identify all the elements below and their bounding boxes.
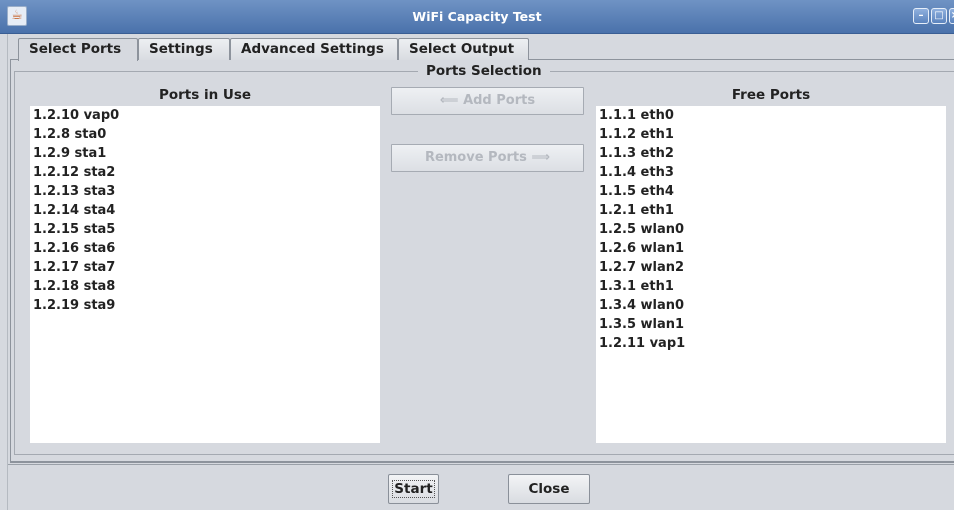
list-item[interactable]: 1.2.13 sta3	[30, 182, 380, 201]
tab-advanced-settings[interactable]: Advanced Settings	[230, 38, 398, 60]
list-item[interactable]: 1.2.11 vap1	[596, 334, 946, 353]
minimize-icon[interactable]: –	[913, 8, 929, 24]
list-item[interactable]: 1.2.7 wlan2	[596, 258, 946, 277]
list-item[interactable]: 1.2.18 sta8	[30, 277, 380, 296]
list-item[interactable]: 1.1.1 eth0	[596, 106, 946, 125]
list-item[interactable]: 1.2.16 sta6	[30, 239, 380, 258]
list-item[interactable]: 1.1.4 eth3	[596, 163, 946, 182]
ports-in-use-header: Ports in Use	[158, 87, 252, 103]
ports-in-use-list[interactable]: 1.2.10 vap0 1.2.8 sta0 1.2.9 sta1 1.2.12 st…	[30, 106, 380, 443]
list-item[interactable]: 1.1.2 eth1	[596, 125, 946, 144]
list-item[interactable]: 1.3.1 eth1	[596, 277, 946, 296]
list-item[interactable]: 1.1.3 eth2	[596, 144, 946, 163]
list-item[interactable]: 1.2.5 wlan0	[596, 220, 946, 239]
free-ports-header: Free Ports	[731, 87, 811, 103]
list-item[interactable]: 1.1.5 eth4	[596, 182, 946, 201]
remove-ports-button[interactable]: Remove Ports ⟹	[391, 144, 584, 172]
ports-selection-title: Ports Selection	[418, 62, 550, 80]
tab-settings[interactable]: Settings	[138, 38, 230, 60]
list-item[interactable]: 1.2.14 sta4	[30, 201, 380, 220]
start-button-label: Start	[392, 480, 435, 498]
list-item[interactable]: 1.2.17 sta7	[30, 258, 380, 277]
add-ports-button[interactable]: ⟸ Add Ports	[391, 87, 584, 115]
free-ports-list[interactable]: 1.1.1 eth0 1.1.2 eth1 1.1.3 eth2 1.1.4 eth3…	[596, 106, 946, 443]
close-window-icon[interactable]: ×	[949, 8, 954, 24]
start-button[interactable]: Start	[388, 474, 439, 504]
window-title: WiFi Capacity Test	[412, 9, 542, 24]
list-item[interactable]: 1.2.19 sta9	[30, 296, 380, 315]
list-item[interactable]: 1.2.6 wlan1	[596, 239, 946, 258]
close-button[interactable]: Close	[508, 474, 590, 504]
list-item[interactable]: 1.2.8 sta0	[30, 125, 380, 144]
list-item[interactable]: 1.2.9 sta1	[30, 144, 380, 163]
list-item[interactable]: 1.2.12 sta2	[30, 163, 380, 182]
list-item[interactable]: 1.2.10 vap0	[30, 106, 380, 125]
list-item[interactable]: 1.2.15 sta5	[30, 220, 380, 239]
window-frame-left	[0, 34, 8, 510]
tab-select-ports[interactable]: Select Ports	[18, 38, 138, 61]
tab-select-output[interactable]: Select Output	[398, 38, 529, 60]
footer-separator	[8, 464, 954, 465]
list-item[interactable]: 1.3.5 wlan1	[596, 315, 946, 334]
maximize-icon[interactable]: □	[931, 8, 947, 24]
title-bar[interactable]: ☕ WiFi Capacity Test – □ ×	[0, 0, 954, 34]
list-item[interactable]: 1.2.1 eth1	[596, 201, 946, 220]
list-item[interactable]: 1.3.4 wlan0	[596, 296, 946, 315]
